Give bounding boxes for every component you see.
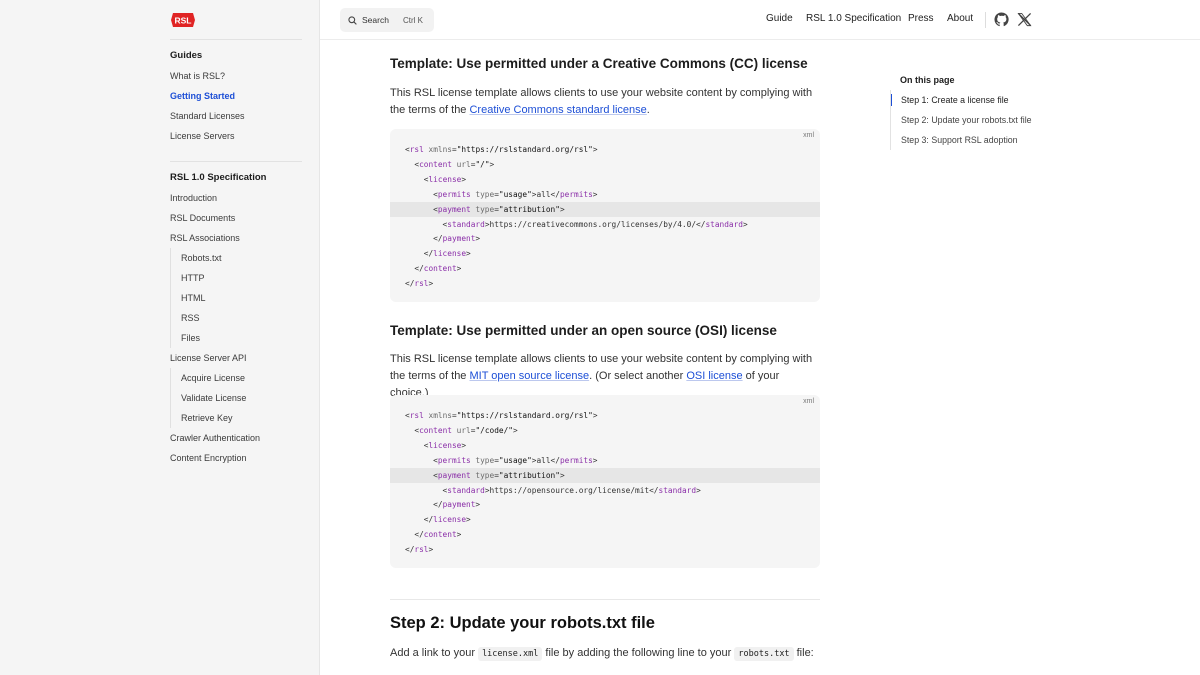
toc-item-step2[interactable]: Step 2: Update your robots.txt file [891, 110, 1040, 130]
rsl-logo[interactable]: RSL [170, 12, 196, 28]
sidebar-item-rsl-documents[interactable]: RSL Documents [170, 208, 300, 228]
top-bar: Search Ctrl K Guide RSL 1.0 Specificatio… [320, 0, 1200, 40]
cc-code-line: <license> [405, 174, 467, 184]
search-icon [348, 15, 357, 25]
cc-description-end: . [646, 104, 650, 116]
sidebar-item-validate-license[interactable]: Validate License [181, 388, 300, 408]
section-divider [390, 599, 820, 600]
osi-license-link[interactable]: OSI license [686, 370, 742, 382]
sidebar-item-getting-started[interactable]: Getting Started [170, 86, 300, 106]
nav-divider [985, 12, 986, 28]
mit-license-link[interactable]: MIT open source license [469, 370, 589, 382]
associations-submenu: Robots.txt HTTP HTML RSS Files [170, 248, 300, 348]
nav-press[interactable]: Press [908, 13, 934, 24]
osi-template-heading: Template: Use permitted under an open so… [390, 323, 777, 338]
x-twitter-icon[interactable] [1017, 12, 1032, 27]
osi-code-line: <standard>https://opensource.org/license… [405, 485, 701, 495]
search-label: Search [362, 15, 389, 25]
cc-code-line: </license> [405, 249, 471, 259]
osi-code-line: <payment type="attribution"> [390, 467, 820, 483]
nav-guide[interactable]: Guide [766, 13, 793, 24]
cc-code-line: </rsl> [405, 279, 434, 289]
license-xml-code: license.xml [478, 647, 543, 661]
sidebar-item-robots-txt[interactable]: Robots.txt [181, 248, 300, 268]
spec-section: RSL 1.0 Specification Introduction RSL D… [170, 168, 300, 468]
sidebar-item-content-encryption[interactable]: Content Encryption [170, 448, 300, 468]
toc-item-step1[interactable]: Step 1: Create a license file [891, 90, 1040, 110]
cc-code-line: <content url="/"> [405, 159, 495, 169]
cc-template-heading: Template: Use permitted under a Creative… [390, 56, 808, 71]
osi-code-line: <content url="/code/"> [405, 425, 518, 435]
step2-text: Add a link to your [390, 647, 479, 659]
robots-txt-code: robots.txt [734, 647, 794, 661]
osi-code-line: </payment> [405, 500, 481, 510]
osi-code-line: </license> [405, 515, 471, 525]
toc-title: On this page [900, 75, 955, 85]
sidebar-item-rss[interactable]: RSS [181, 308, 300, 328]
osi-code-block[interactable]: xml <rsl xmlns="https://rslstandard.org/… [390, 395, 820, 568]
cc-code-line: </payment> [405, 234, 481, 244]
sidebar-item-html[interactable]: HTML [181, 288, 300, 308]
code-language-label: xml [803, 398, 814, 405]
step2-heading: Step 2: Update your robots.txt file [390, 614, 655, 632]
github-icon[interactable] [994, 12, 1009, 27]
guides-heading: Guides [170, 50, 203, 61]
sidebar-divider [170, 39, 302, 40]
sidebar-item-http[interactable]: HTTP [181, 268, 300, 288]
sidebar-item-files[interactable]: Files [181, 328, 300, 348]
osi-description-mid: . (Or select another [589, 370, 687, 382]
cc-code-line: </content> [405, 264, 462, 274]
sidebar-item-standard-licenses[interactable]: Standard Licenses [170, 106, 300, 126]
cc-code-block[interactable]: xml <rsl xmlns="https://rslstandard.org/… [390, 129, 820, 302]
sidebar-item-rsl-associations[interactable]: RSL Associations [170, 228, 300, 248]
sidebar-item-introduction[interactable]: Introduction [170, 188, 300, 208]
sidebar-item-crawler-authentication[interactable]: Crawler Authentication [170, 428, 300, 448]
nav-about[interactable]: About [947, 13, 973, 24]
cc-description: This RSL license template allows clients… [390, 85, 820, 119]
osi-code-line: <permits type="usage">all</permits> [405, 455, 598, 465]
code-language-label: xml [803, 132, 814, 139]
sidebar-item-acquire-license[interactable]: Acquire License [181, 368, 300, 388]
svg-text:RSL: RSL [175, 15, 192, 25]
osi-code-line: </content> [405, 530, 462, 540]
toc-item-step3[interactable]: Step 3: Support RSL adoption [891, 130, 1040, 150]
osi-code-line: </rsl> [405, 545, 434, 555]
sidebar-divider [170, 161, 302, 162]
sidebar-item-license-server-api[interactable]: License Server API [170, 348, 300, 368]
cc-standard-license-link[interactable]: Creative Commons standard license [469, 104, 646, 116]
osi-code-line: <rsl xmlns="https://rslstandard.org/rsl"… [405, 411, 598, 420]
search-button[interactable]: Search Ctrl K [340, 8, 434, 32]
guides-section: Guides What is RSL? Getting Started Stan… [170, 46, 300, 146]
toc-list: Step 1: Create a license file Step 2: Up… [890, 90, 1040, 150]
sidebar-item-retrieve-key[interactable]: Retrieve Key [181, 408, 300, 428]
sidebar-item-license-servers[interactable]: License Servers [170, 126, 300, 146]
spec-heading: RSL 1.0 Specification [170, 172, 267, 183]
api-submenu: Acquire License Validate License Retriev… [170, 368, 300, 428]
cc-code-line: <payment type="attribution"> [390, 201, 820, 217]
step2-text-mid: file by adding the following line to you… [542, 647, 735, 659]
table-of-contents: On this page Step 1: Create a license fi… [890, 70, 1040, 150]
cc-code-line: <standard>https://creativecommons.org/li… [405, 219, 748, 229]
sidebar-item-what-is-rsl[interactable]: What is RSL? [170, 66, 300, 86]
sidebar: RSL Guides What is RSL? Getting Started … [0, 0, 320, 675]
search-shortcut: Ctrl K [402, 15, 423, 25]
step2-text-end: file: [793, 647, 814, 659]
osi-code-line: <license> [405, 440, 467, 450]
cc-code-line: <rsl xmlns="https://rslstandard.org/rsl"… [405, 145, 598, 154]
step2-description: Add a link to your license.xml file by a… [390, 645, 820, 663]
nav-rsl-specification[interactable]: RSL 1.0 Specification [806, 13, 901, 24]
cc-code-line: <permits type="usage">all</permits> [405, 189, 598, 199]
